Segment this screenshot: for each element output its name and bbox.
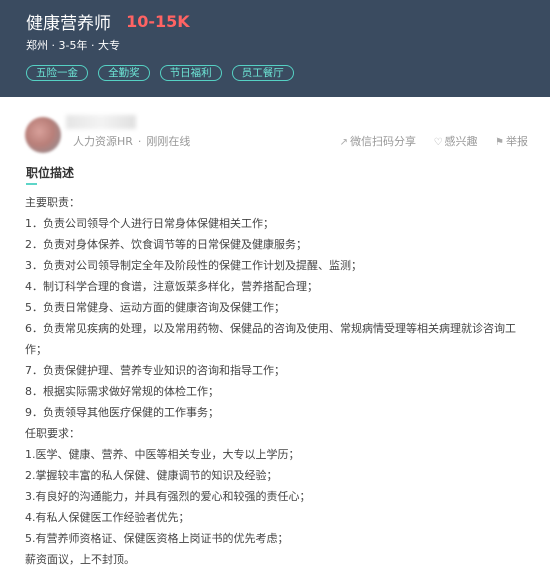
description-line: 7．负责保健护理、营养专业知识的咨询和指导工作； [25, 364, 285, 377]
benefit-tag: 节日福利 [159, 65, 222, 81]
description-line: 5.有营养师资格证、保健医资格上岗证书的优先考虑； [25, 532, 289, 545]
recruiter-name-redacted [66, 115, 136, 129]
share-label: 微信扫码分享 [350, 135, 417, 148]
description-line: 8．根据实际需求做好常规的体检工作； [25, 385, 219, 398]
description-line: 主要职责： [25, 196, 80, 209]
report-label: 举报 [506, 135, 528, 148]
recruiter-role: 人力资源HR [73, 135, 133, 148]
description-line: 2.掌握较丰富的私人保健、健康调节的知识及经验； [25, 469, 278, 482]
flag-icon: ⚑ [495, 137, 504, 148]
recruiter-info: 人力资源HR · 刚刚在线 [73, 133, 190, 149]
share-icon: ↗ [339, 137, 349, 148]
job-header: 健康营养师 10-15K 郑州 · 3-5年 · 大专 五险一金 全勤奖 节日福… [0, 0, 550, 97]
separator: · [137, 135, 142, 148]
section-title: 职位描述 [26, 166, 75, 180]
benefit-tag: 员工餐厅 [231, 65, 294, 81]
report-button[interactable]: ⚑ 举报 [495, 133, 528, 149]
avatar[interactable] [25, 117, 61, 153]
description-line: 3.有良好的沟通能力，并具有强烈的爱心和较强的责任心； [25, 490, 311, 503]
description-line: 1．负责公司领导个人进行日常身体保健相关工作； [25, 217, 274, 230]
description-line: 2．负责对身体保养、饮食调节等的日常保健及健康服务； [25, 238, 307, 251]
job-detail-card: 人力资源HR · 刚刚在线 ↗ 微信扫码分享 ♡ 感兴趣 ⚑ 举报 职位描述 主要职责： … [0, 97, 550, 574]
interest-button[interactable]: ♡ 感兴趣 [434, 133, 478, 149]
heart-icon: ♡ [433, 137, 443, 148]
interest-label: 感兴趣 [444, 135, 478, 148]
online-status: 刚刚在线 [146, 135, 191, 148]
description-line: 1.医学、健康、营养、中医等相关专业，大专以上学历； [25, 448, 300, 461]
description-line: 4．制订科学合理的食谱，注意饭菜多样化，营养搭配合理； [25, 280, 318, 293]
description-line: 3．负责对公司领导制定全年及阶段性的保健工作计划及提醒、监测； [25, 259, 362, 272]
benefit-tags: 五险一金 全勤奖 节日福利 员工餐厅 [26, 61, 299, 81]
benefit-tag: 全勤奖 [98, 65, 150, 81]
job-description: 主要职责： 1．负责公司领导个人进行日常身体保健相关工作； 2．负责对身体保养、… [25, 192, 530, 570]
job-title: 健康营养师 [26, 14, 111, 34]
salary: 10-15K [126, 12, 190, 31]
description-line: 薪资面议，上不封顶。 [25, 553, 135, 566]
benefit-tag: 五险一金 [26, 65, 88, 81]
section-underline [26, 183, 37, 185]
description-line: 6．负责常见疾病的处理，以及常用药物、保健品的咨询及使用、常规病情受理等相关病理… [25, 322, 516, 356]
share-button[interactable]: ↗ 微信扫码分享 [340, 133, 416, 149]
title-row: 健康营养师 10-15K [26, 9, 190, 34]
action-bar: ↗ 微信扫码分享 ♡ 感兴趣 ⚑ 举报 [326, 133, 528, 149]
description-line: 5．负责日常健身、运动方面的健康咨询及保健工作； [25, 301, 285, 314]
description-line: 任职要求： [25, 427, 80, 440]
description-line: 9．负责领导其他医疗保健的工作事务； [25, 406, 219, 419]
job-meta: 郑州 · 3-5年 · 大专 [26, 39, 120, 52]
description-line: 4.有私人保健医工作经验者优先； [25, 511, 190, 524]
